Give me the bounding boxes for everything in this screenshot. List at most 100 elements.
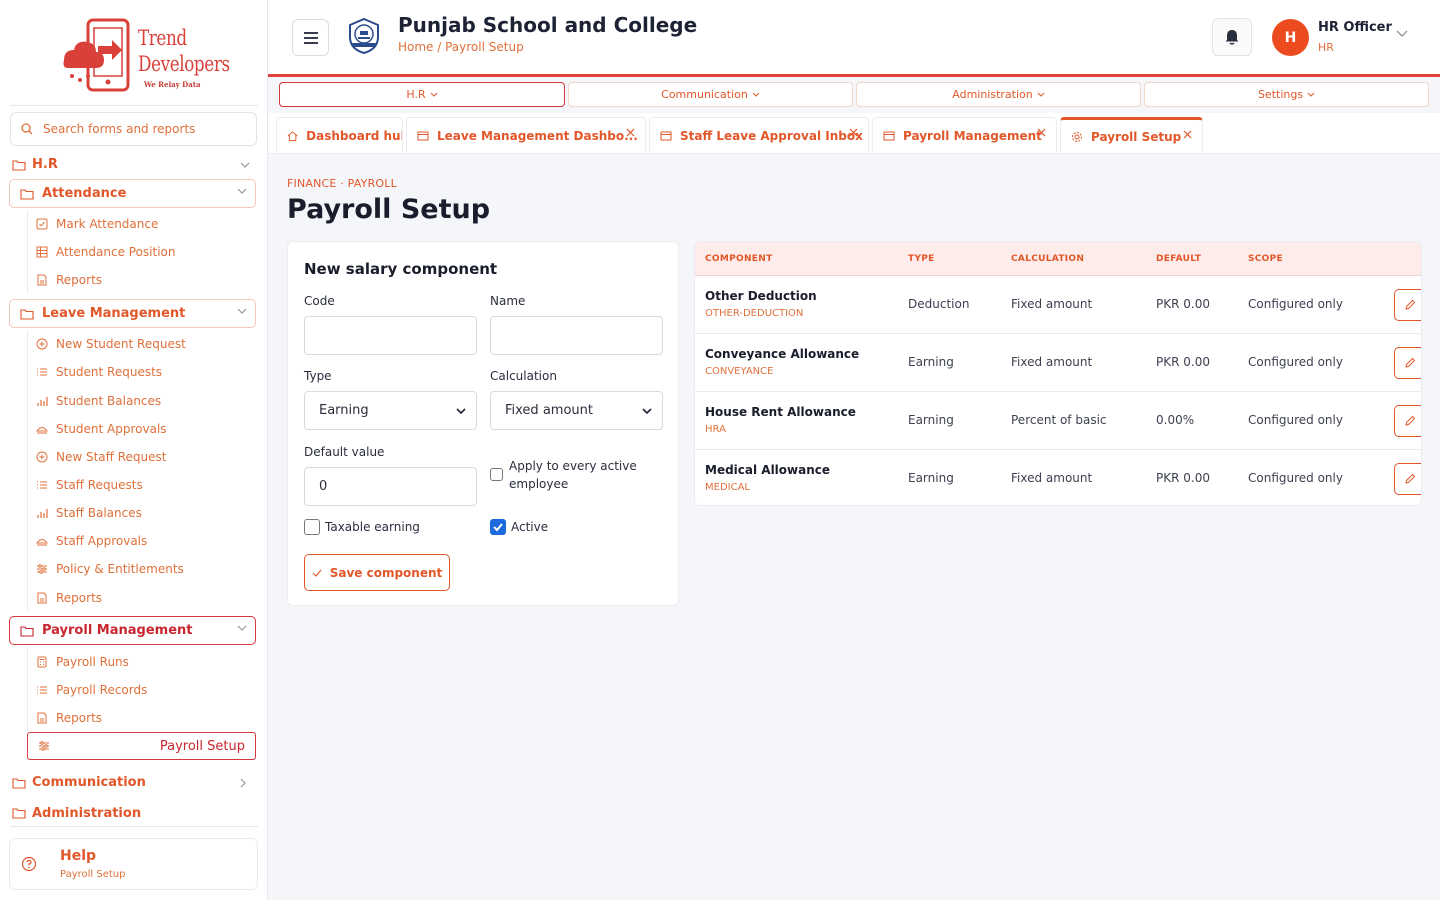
chevron-down-icon — [456, 407, 466, 414]
bell-icon — [1225, 30, 1239, 45]
approval-icon — [36, 539, 48, 546]
tree-line — [27, 210, 28, 294]
edit-button[interactable] — [1394, 463, 1421, 495]
plus-circle-icon — [36, 451, 48, 463]
column-header: TYPE — [908, 254, 935, 264]
sidebar-item-attendance[interactable]: Attendance — [9, 179, 256, 208]
sidebar-item-staff-approvals[interactable]: Staff Approvals — [36, 532, 147, 550]
name-input[interactable] — [490, 316, 663, 355]
sidebar: Trend Developers We Relay Data Search fo… — [0, 0, 268, 900]
help-subtitle: Payroll Setup — [60, 869, 126, 880]
report-icon — [37, 592, 47, 604]
type-select[interactable]: Earning — [304, 391, 477, 430]
close-icon[interactable] — [849, 128, 858, 137]
tab-dashboard-hub[interactable]: Dashboard hub — [276, 117, 403, 153]
brand-tagline: We Relay Data — [144, 80, 201, 89]
sidebar-item-new-student-request[interactable]: New Student Request — [36, 335, 186, 353]
search-input[interactable]: Search forms and reports — [43, 122, 195, 136]
bar-chart-icon — [37, 397, 48, 406]
table-row: Conveyance Allowance CONVEYANCE Earning … — [695, 334, 1421, 392]
column-header: COMPONENT — [705, 254, 773, 264]
close-icon[interactable] — [1037, 128, 1046, 137]
sidebar-item-new-staff-request[interactable]: New Staff Request — [36, 448, 167, 466]
bar-chart-icon — [37, 509, 48, 518]
component-type: Earning — [908, 413, 954, 427]
default-value-input[interactable]: 0 — [304, 467, 477, 506]
edit-button[interactable] — [1394, 347, 1421, 379]
tab-staff-leave-approval-inbox[interactable]: Staff Leave Approval Inbox — [649, 117, 869, 153]
search-icon — [21, 123, 33, 135]
sidebar-item-attendance-reports[interactable]: Reports — [36, 271, 102, 289]
sidebar-group-communication[interactable]: Communication — [12, 775, 246, 790]
code-label: Code — [304, 294, 335, 308]
avatar[interactable]: H — [1272, 19, 1309, 56]
component-name: Other Deduction — [705, 289, 817, 303]
active-checkbox[interactable] — [490, 519, 506, 535]
edit-button[interactable] — [1394, 405, 1421, 437]
active-label: Active — [511, 520, 549, 534]
taxable-checkbox[interactable] — [304, 519, 320, 535]
topnav-settings[interactable]: Settings — [1144, 82, 1429, 107]
edit-button[interactable] — [1394, 289, 1421, 321]
sidebar-item-leave-management[interactable]: Leave Management — [9, 299, 256, 328]
tab-payroll-setup[interactable]: Payroll Setup — [1060, 117, 1203, 153]
column-header: CALCULATION — [1011, 254, 1085, 264]
sidebar-item-staff-balances[interactable]: Staff Balances — [36, 504, 142, 522]
approval-icon — [36, 427, 48, 434]
sidebar-item-attendance-position[interactable]: Attendance Position — [36, 243, 176, 261]
sidebar-item-payroll-setup[interactable]: Payroll Setup — [27, 732, 256, 760]
hamburger-icon — [303, 31, 318, 44]
help-card[interactable]: Help Payroll Setup — [9, 838, 258, 890]
sidebar-item-student-approvals[interactable]: Student Approvals — [36, 420, 167, 438]
chevron-down-icon[interactable] — [1396, 30, 1408, 37]
user-name[interactable]: HR Officer — [1318, 20, 1392, 35]
sidebar-item-student-requests[interactable]: Student Requests — [36, 363, 162, 381]
component-code: HRA — [705, 424, 726, 435]
sidebar-item-leave-reports[interactable]: Reports — [36, 589, 102, 607]
brand-name-line2: Developers — [138, 52, 230, 76]
notifications-button[interactable] — [1212, 18, 1252, 56]
sidebar-item-student-balances[interactable]: Student Balances — [36, 392, 161, 410]
sidebar-group-label: H.R — [32, 157, 58, 172]
window-icon — [660, 131, 672, 140]
sidebar-item-payroll-records[interactable]: Payroll Records — [36, 681, 147, 699]
taxable-label: Taxable earning — [325, 520, 420, 534]
apply-all-checkbox[interactable] — [490, 468, 503, 481]
folder-icon — [12, 777, 26, 789]
sidebar-group-administration[interactable]: Administration — [12, 807, 141, 819]
sidebar-item-mark-attendance[interactable]: Mark Attendance — [36, 215, 158, 233]
sidebar-item-label: Attendance — [42, 186, 127, 201]
chevron-down-icon — [430, 92, 437, 97]
save-component-button[interactable]: Save component — [304, 554, 450, 591]
chevron-down-icon — [1037, 92, 1045, 97]
sidebar-item-payroll-reports[interactable]: Reports — [36, 709, 102, 727]
component-default: PKR 0.00 — [1156, 355, 1210, 369]
sidebar-item-payroll-management[interactable]: Payroll Management — [9, 616, 256, 645]
topnav-hr[interactable]: H.R — [279, 82, 565, 107]
folder-icon — [12, 159, 26, 171]
calculation-select[interactable]: Fixed amount — [490, 391, 663, 430]
list-icon — [37, 368, 47, 376]
sidebar-item-payroll-runs[interactable]: Payroll Runs — [36, 653, 129, 671]
close-icon[interactable] — [626, 128, 635, 137]
menu-toggle-button[interactable] — [292, 19, 329, 56]
code-input[interactable] — [304, 316, 477, 355]
report-icon — [37, 274, 47, 286]
folder-icon — [20, 308, 34, 320]
page-eyebrow: FINANCE · PAYROLL — [287, 177, 397, 190]
search-box[interactable]: Search forms and reports — [10, 112, 257, 146]
chevron-down-icon — [237, 188, 247, 194]
close-icon[interactable] — [1183, 130, 1192, 139]
component-calculation: Fixed amount — [1011, 355, 1093, 369]
breadcrumb[interactable]: Home / Payroll Setup — [398, 40, 524, 54]
tab-leave-management-dashboard[interactable]: Leave Management Dashbo... — [406, 117, 646, 153]
sidebar-item-label: Payroll Management — [42, 623, 193, 638]
sidebar-group-hr[interactable]: H.R — [12, 157, 250, 172]
sidebar-item-policy-entitlements[interactable]: Policy & Entitlements — [36, 560, 184, 578]
component-code: MEDICAL — [705, 482, 750, 493]
topnav-administration[interactable]: Administration — [856, 82, 1141, 107]
topnav-communication[interactable]: Communication — [568, 82, 853, 107]
tab-payroll-management[interactable]: Payroll Management — [872, 117, 1057, 153]
sidebar-item-staff-requests[interactable]: Staff Requests — [36, 476, 143, 494]
pencil-icon — [1405, 357, 1416, 368]
